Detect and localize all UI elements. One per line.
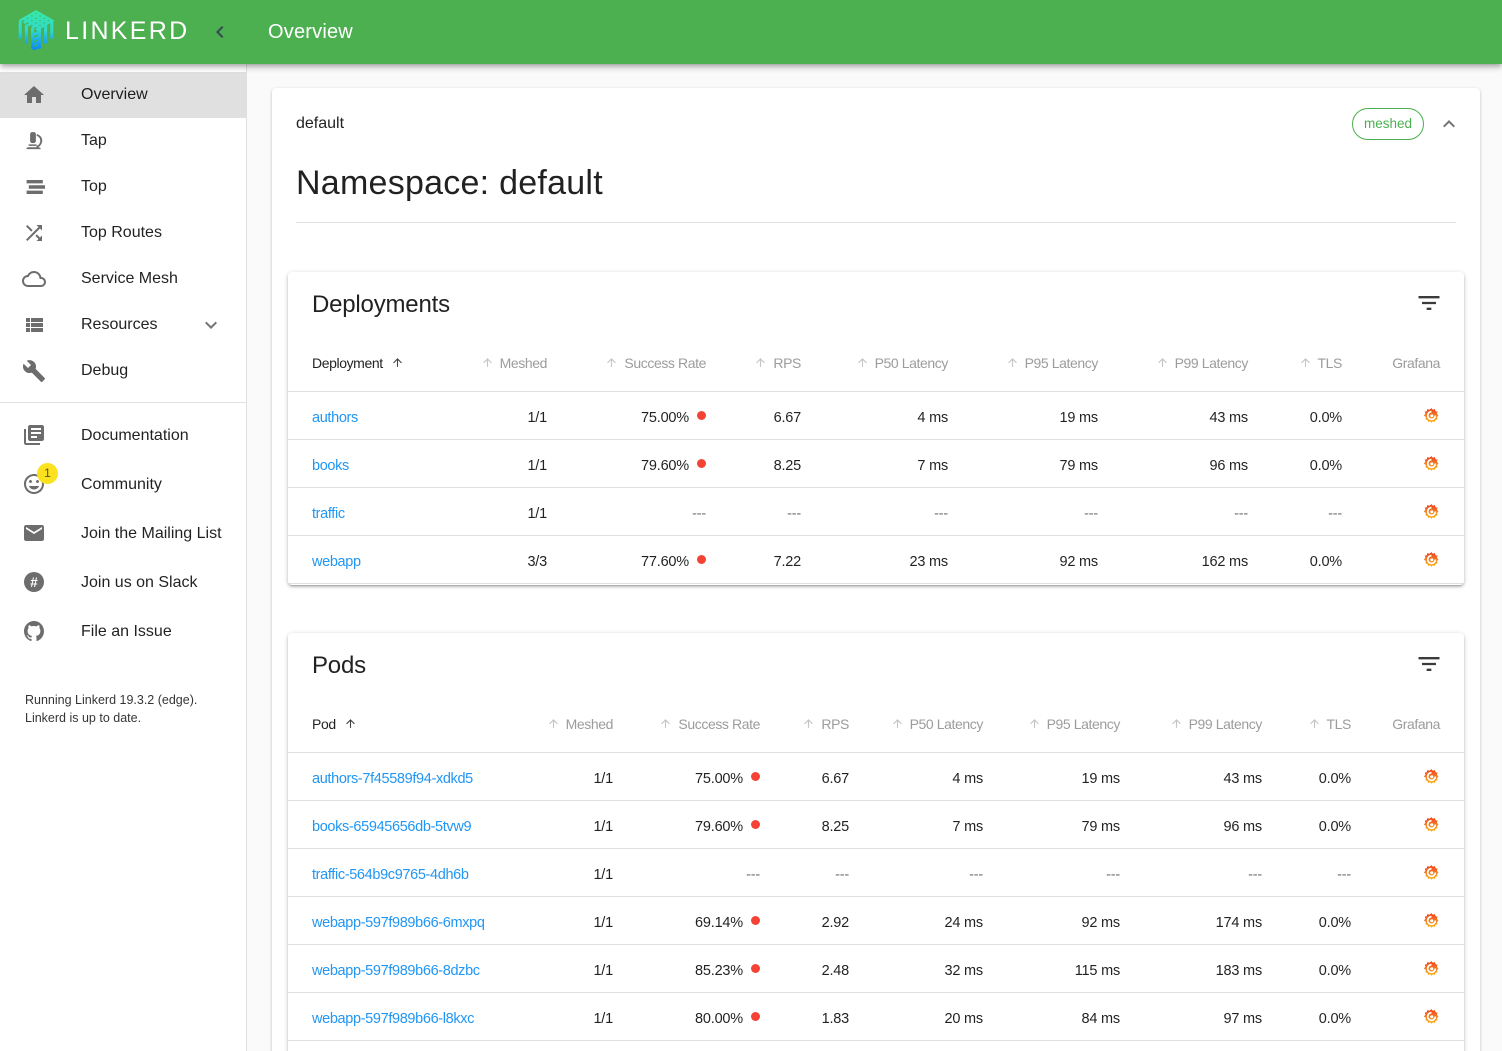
svg-text:#: # bbox=[30, 575, 38, 590]
